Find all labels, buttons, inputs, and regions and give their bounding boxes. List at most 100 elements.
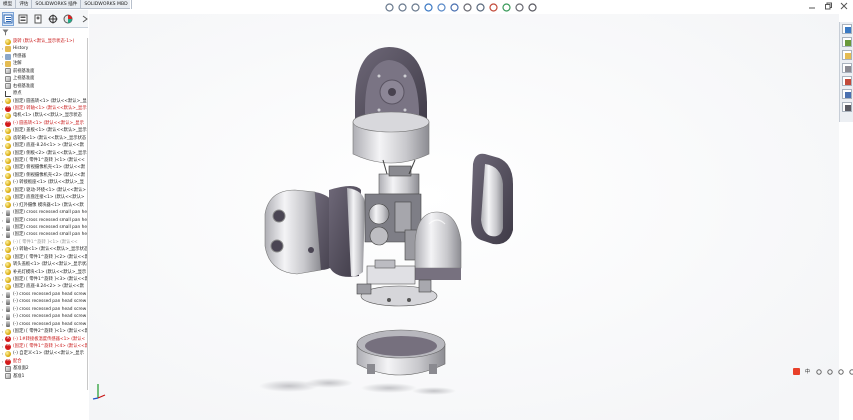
tree-row[interactable]: › (-) 自定义<1> (默认<<默认>_显示 [0,350,87,358]
view-orientation-icon[interactable] [449,2,459,12]
tree-row[interactable]: › History [0,45,87,53]
forum-icon[interactable] [841,102,852,112]
expand-arrow-icon[interactable]: › [0,306,5,313]
tree-row[interactable]: ›(固定) [ 零件1^旋转 ]<4> (默认<<默 [0,343,87,350]
ime-mic-icon[interactable] [826,368,833,375]
tree-row[interactable]: › 转头盖板<1> (默认<<默认>_显示状态 [0,261,87,268]
property-manager-icon[interactable] [17,12,29,26]
tree-row[interactable]: ›(固定) 转轴<1> (默认<<默认>_显示 [0,105,87,112]
tree-row[interactable]: › (固定) cross recessed small pan he [0,224,87,231]
tree-row[interactable]: › (固定) cross recessed small pan he [0,217,87,224]
expand-arrow-icon[interactable]: › [0,298,5,305]
graphics-area[interactable] [89,14,839,420]
expand-arrow-icon[interactable]: › [0,321,5,328]
ime-punctuation-icon[interactable] [815,368,822,375]
tree-row[interactable]: › (固定) 驱动-环绕<1> (默认<<默认> [0,187,87,194]
tree-row[interactable]: › (-) cross recessed pan head screw [0,298,87,306]
tree-row[interactable]: › 补光灯模块<1> (默认<<默认>_显示 [0,269,87,276]
section-view-icon[interactable] [423,2,433,12]
tree-row[interactable]: › 电机<1> (默认<<默认>_显示状态 [0,112,87,120]
tree-row[interactable]: › (固定) [ 零件1^旋转 ]<2> (默认<<默 [0,254,87,261]
close-icon[interactable] [839,2,849,10]
previous-view-icon[interactable] [410,2,420,12]
expand-arrow-icon[interactable]: › [0,224,5,231]
tree-row[interactable]: 右视基准面 [0,83,87,90]
tree-row[interactable]: › (固定) [ 零件1^旋转 ]<1> (默认<< [0,157,87,164]
monitor-icon[interactable] [527,2,537,12]
configuration-manager-icon[interactable] [32,12,44,26]
left-shell-part[interactable] [329,186,365,277]
feature-manager-icon[interactable] [2,11,14,26]
tree-row[interactable]: › (-) cross recessed pan head screw [0,321,87,328]
tree-row[interactable]: › (-) cross recessed pan head screw [0,306,87,313]
tree-row[interactable]: ›(-) 1#转接板温度传感器<1> (默认< [0,336,87,343]
zoom-to-fit-icon[interactable] [384,2,394,12]
tree-row[interactable]: › (固定) 底盘连接<1> (默认<<默认> [0,194,87,201]
tree-row[interactable]: › (固定) 侧板<2> (默认<<默认>_显示 [0,150,87,157]
tree-row[interactable]: › (-) 转轴<1> (默认<<默认>_显示状态 [0,246,87,253]
appearances-icon[interactable] [841,76,852,86]
view-palette-icon[interactable] [841,63,852,73]
tree-row[interactable]: 前视基准面 [0,68,87,75]
restore-icon[interactable] [823,2,833,10]
custom-properties-icon[interactable] [841,89,852,99]
dimxpert-icon[interactable] [47,12,59,26]
right-dome-part[interactable] [414,211,462,280]
display-manager-icon[interactable] [62,12,74,26]
ime-keyboard-icon[interactable] [837,368,844,375]
tree-row[interactable]: › 注解 [0,60,87,68]
tree-row[interactable]: › (固定) 圆盖转<1> (默认<<默认>_显示 [0,98,87,105]
tree-row[interactable]: 旋转 (默认<默认_显示状态-1>) [0,38,87,45]
expand-arrow-icon[interactable]: › [0,313,5,320]
tree-row[interactable]: › (固定) 底座-8.24<1> > (默认<<默 [0,142,87,149]
bottom-ring-part[interactable] [356,329,446,376]
tree-row[interactable]: › (固定) 盖板<1> (默认<<默认>_显示 [0,127,87,134]
tree-row[interactable]: › (固定) cross recessed small pan he [0,231,87,239]
top-housing-part[interactable] [352,47,430,164]
expand-arrow-icon[interactable]: › [0,217,5,224]
tree-row[interactable]: › (-) [ 零件1^旋转 ]<1> (默认<< [0,239,87,246]
right-side-housing-part[interactable] [471,153,513,245]
tree-row[interactable]: › (固定) 俯视摄像机壳<1> (默认<<默 [0,164,87,172]
view-settings-icon[interactable] [514,2,524,12]
tab-mbd[interactable]: SOLIDWORKS MBD [81,0,132,9]
expand-arrow-icon[interactable]: › [0,231,5,238]
apply-scene-icon[interactable] [501,2,511,12]
zoom-area-icon[interactable] [397,2,407,12]
expand-arrow-icon[interactable]: › [0,209,5,216]
edit-appearance-icon[interactable] [488,2,498,12]
tree-row[interactable]: › (-) 红外摄像 模块器<1> (默认<<默 [0,202,87,209]
tree-row-label: 右视基准面 [13,83,35,89]
hide-show-items-icon[interactable] [475,2,485,12]
tab-evaluate[interactable]: 评估 [16,0,33,9]
tree-row[interactable]: 上视基准面 [0,75,87,82]
minimize-icon[interactable] [807,2,817,10]
tree-row[interactable]: ›(-) 圆盖转<1> (默认<<默认>_显示 [0,120,87,127]
expand-arrow-icon[interactable]: › [0,291,5,298]
design-library-icon[interactable] [841,37,852,47]
display-style-icon[interactable] [462,2,472,12]
tree-row[interactable]: › (固定) cross recessed small pan he [0,209,87,216]
tree-row[interactable]: 原点 [0,90,87,97]
dynamic-annotation-icon[interactable] [436,2,446,12]
tree-row[interactable]: › (固定) [ 零件1^旋转 ]<3> (默认<<默 [0,276,87,283]
tree-row[interactable]: 基准1 [0,373,87,380]
tree-row[interactable]: › (固定) [ 零件2^旋转 ]<1> (默认<<默 [0,328,87,335]
solidworks-resources-icon[interactable] [841,24,852,34]
tree-row[interactable]: › (固定) 底座-8.24<2> > (默认<<默 [0,283,87,291]
ime-s-icon[interactable] [793,368,800,375]
tab-model[interactable]: 模型 [0,0,17,9]
file-explorer-icon[interactable] [841,50,852,60]
tree-row[interactable]: 基准面2 [0,365,87,372]
tab-addins[interactable]: SOLIDWORKS 插件 [32,0,82,9]
tree-row[interactable]: › (-) cross recessed pan head screw [0,313,87,320]
tree-row[interactable]: › 齿轮箱<1> (默认<<默认>_显示状态 [0,135,87,142]
tree-row[interactable]: › (-) cross recessed pan head screw [0,291,87,298]
tree-row[interactable]: ›配合 [0,358,87,365]
tree-row[interactable]: › (固定) 侧视摄像机壳<2> (默认<<默 [0,172,87,179]
tree-row[interactable]: › 传感器 [0,53,87,60]
ime-chinese-icon[interactable]: 中 [804,368,811,375]
filter-icon[interactable] [2,29,9,38]
tree-row[interactable]: › (-) 转接板座<1> (默认<<默认>_显 [0,179,87,187]
ime-settings-icon[interactable] [848,368,853,375]
